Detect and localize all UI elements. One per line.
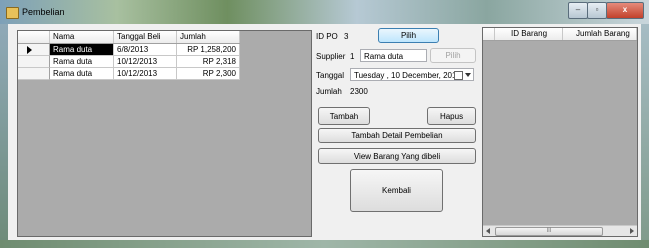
window-frame-bottom [0,240,649,248]
id-po-value: 3 [344,32,349,41]
cell-jumlah[interactable]: RP 1,258,200 [177,44,240,56]
window-frame-right [641,24,649,248]
jumlah-label: Jumlah [316,87,342,96]
supplier-name-field[interactable]: Rama duta [360,49,427,62]
id-po-label: ID PO [316,32,338,41]
minimize-button[interactable]: – [568,2,588,19]
cell-tanggal[interactable]: 10/12/2013 [114,68,177,80]
cell-tanggal[interactable]: 6/8/2013 [114,44,177,56]
row-header[interactable] [18,68,50,80]
barang-grid[interactable]: ID Barang Jumlah Barang III [482,27,638,237]
cell-nama[interactable]: Rama duta [50,68,114,80]
tanggal-label: Tanggal [316,71,345,80]
window-title: Pembelian [22,7,65,17]
scroll-right-icon[interactable] [630,228,634,234]
pembelian-grid-header: Nama Tanggal Beli Jumlah [18,31,240,44]
row-header-corner[interactable] [483,28,495,40]
row-header[interactable] [18,56,50,68]
cell-jumlah[interactable]: RP 2,318 [177,56,240,68]
tambah-button[interactable]: Tambah [318,107,370,125]
chevron-down-icon[interactable] [465,73,471,77]
horizontal-scrollbar[interactable]: III [483,225,637,236]
close-button[interactable]: x [606,2,644,19]
supplier-id-value: 1 [350,52,355,61]
row-header-corner[interactable] [18,31,50,43]
pembelian-grid[interactable]: Nama Tanggal Beli Jumlah Rama duta 6/8/2… [17,30,312,237]
supplier-label: Supplier [316,52,346,61]
app-icon [6,7,19,19]
barang-grid-header: ID Barang Jumlah Barang [483,28,637,41]
cell-nama[interactable]: Rama duta [50,44,114,56]
pilih-supplier-button[interactable]: Pilih [430,48,476,63]
table-row[interactable]: Rama duta 10/12/2013 RP 2,318 [18,56,240,68]
table-row[interactable]: Rama duta 10/12/2013 RP 2,300 [18,68,240,80]
kembali-button[interactable]: Kembali [350,169,443,212]
column-header-tanggal-beli[interactable]: Tanggal Beli [114,31,177,43]
column-header-jumlah-barang[interactable]: Jumlah Barang [563,28,637,40]
tanggal-value: Tuesday , 10 December, 2013 [354,71,461,80]
cell-jumlah[interactable]: RP 2,300 [177,68,240,80]
table-row[interactable]: Rama duta 6/8/2013 RP 1,258,200 [18,44,240,56]
column-header-id-barang[interactable]: ID Barang [495,28,563,40]
view-barang-button[interactable]: View Barang Yang dibeli [318,148,476,164]
scroll-left-icon[interactable] [486,228,490,234]
calendar-icon[interactable] [454,71,463,80]
row-header[interactable] [18,44,50,56]
column-header-nama[interactable]: Nama [50,31,114,43]
tanggal-date-picker[interactable]: Tuesday , 10 December, 2013 [350,68,474,81]
title-bar[interactable] [0,0,649,24]
maximize-button[interactable]: ▫ [587,2,607,19]
window-frame-left [0,24,8,248]
hapus-button[interactable]: Hapus [427,107,476,125]
jumlah-value: 2300 [350,87,368,96]
cell-tanggal[interactable]: 10/12/2013 [114,56,177,68]
cell-nama[interactable]: Rama duta [50,56,114,68]
column-header-jumlah[interactable]: Jumlah [177,31,240,43]
tambah-detail-pembelian-button[interactable]: Tambah Detail Pembelian [318,128,476,143]
pilih-po-button[interactable]: Pilih [378,28,439,43]
current-row-arrow-icon [27,46,32,54]
scroll-thumb[interactable]: III [495,227,603,236]
